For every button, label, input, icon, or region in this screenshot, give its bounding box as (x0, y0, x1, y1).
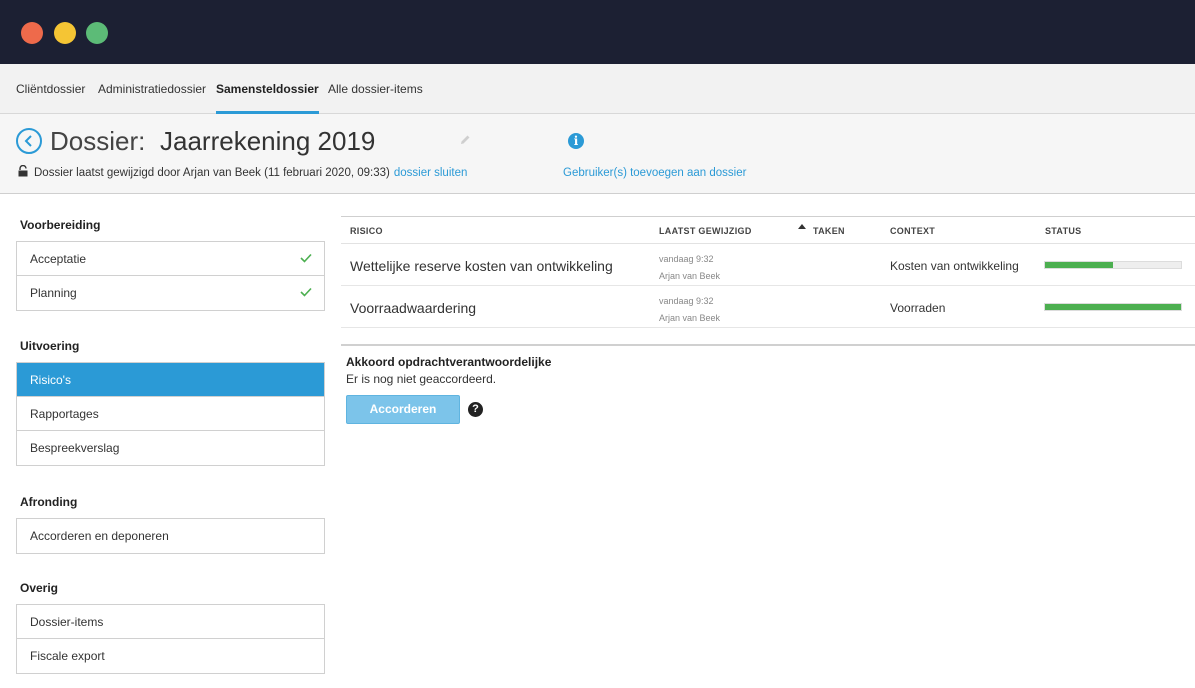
sidebar-item-label: Planning (30, 286, 77, 300)
back-icon[interactable] (16, 128, 42, 154)
tab-clientdossier[interactable]: Cliëntdossier (16, 64, 85, 114)
dossier-label: Dossier: (50, 126, 146, 156)
pencil-icon[interactable] (460, 134, 471, 148)
table-row[interactable]: Wettelijke reserve kosten van ontwikkeli… (341, 244, 1195, 286)
context-cell: Voorraden (890, 301, 946, 315)
section-title-uitvoering: Uitvoering (20, 339, 80, 353)
status-progress-bar (1044, 261, 1182, 269)
tab-alle-dossier-items[interactable]: Alle dossier-items (328, 64, 423, 114)
sidebar-item-risicos[interactable]: Risico's (17, 363, 324, 397)
modified-time: vandaag 9:32 (659, 296, 714, 306)
last-modified-text: Dossier laatst gewijzigd door Arjan van … (34, 167, 467, 179)
section-title-afronding: Afronding (20, 495, 78, 509)
nav-group-overig: Dossier-items Fiscale export (16, 604, 325, 674)
column-header-taken[interactable]: TAKEN (813, 226, 845, 236)
sidebar-item-accorderen-deponeren[interactable]: Accorderen en deponeren (17, 519, 324, 553)
column-header-context[interactable]: CONTEXT (890, 226, 935, 236)
sidebar-item-dossier-items[interactable]: Dossier-items (17, 605, 324, 639)
help-icon[interactable]: ? (468, 402, 483, 417)
modified-by: Arjan van Beek (659, 271, 721, 281)
tab-samensteldossier[interactable]: Samensteldossier (216, 64, 319, 114)
dossier-tabs: Cliëntdossier Administratiedossier Samen… (0, 64, 1195, 114)
sidebar-item-planning[interactable]: Planning (17, 276, 324, 310)
column-header-risico[interactable]: RISICO (350, 226, 383, 236)
status-progress-bar (1044, 303, 1182, 311)
info-icon[interactable]: i (568, 133, 584, 149)
sidebar-item-rapportages[interactable]: Rapportages (17, 397, 324, 431)
sidebar-item-acceptatie[interactable]: Acceptatie (17, 242, 324, 276)
risico-title[interactable]: Voorraadwaardering (350, 300, 476, 316)
nav-group-afronding: Accorderen en deponeren (16, 518, 325, 554)
last-modified-label: Dossier laatst gewijzigd door Arjan van … (34, 167, 390, 179)
add-users-link[interactable]: Gebruiker(s) toevoegen aan dossier (563, 167, 746, 179)
approval-title: Akkoord opdrachtverantwoordelijke (346, 355, 552, 369)
minimize-window-icon[interactable] (54, 22, 76, 44)
column-header-status[interactable]: STATUS (1045, 226, 1081, 236)
accorderen-button[interactable]: Accorderen (346, 395, 460, 424)
close-window-icon[interactable] (21, 22, 43, 44)
section-divider (341, 344, 1195, 346)
status-progress-fill (1045, 304, 1181, 310)
dossier-header: Dossier: Jaarrekening 2019 i Dossier laa… (0, 114, 1195, 194)
check-icon (300, 253, 312, 263)
table-row[interactable]: Voorraadwaardering vandaag 9:32 Arjan va… (341, 286, 1195, 328)
sidebar-item-fiscale-export[interactable]: Fiscale export (17, 639, 324, 673)
tab-administratiedossier[interactable]: Administratiedossier (98, 64, 206, 114)
last-modified-cell: vandaag 9:32 Arjan van Beek (659, 293, 720, 327)
nav-group-voorbereiding: Acceptatie Planning (16, 241, 325, 311)
risico-title[interactable]: Wettelijke reserve kosten van ontwikkeli… (350, 258, 613, 274)
close-dossier-link[interactable]: dossier sluiten (394, 167, 468, 179)
context-cell: Kosten van ontwikkeling (890, 259, 1019, 273)
sort-ascending-icon[interactable] (798, 224, 806, 229)
window-titlebar (0, 0, 1195, 64)
sidebar-item-bespreekverslag[interactable]: Bespreekverslag (17, 431, 324, 465)
section-title-voorbereiding: Voorbereiding (20, 218, 101, 232)
lock-icon (18, 164, 28, 180)
section-title-overig: Overig (20, 581, 59, 595)
status-progress-fill (1045, 262, 1113, 268)
approval-status: Er is nog niet geaccordeerd. (346, 372, 497, 386)
nav-group-uitvoering: Risico's Rapportages Bespreekverslag (16, 362, 325, 466)
column-header-laatst-gewijzigd[interactable]: LAATST GEWIJZIGD (659, 226, 752, 236)
dossier-name: Jaarrekening 2019 (160, 126, 376, 156)
maximize-window-icon[interactable] (86, 22, 108, 44)
sidebar-item-label: Acceptatie (30, 252, 87, 266)
modified-by: Arjan van Beek (659, 313, 721, 323)
last-modified-cell: vandaag 9:32 Arjan van Beek (659, 251, 720, 285)
check-icon (300, 287, 312, 297)
table-header: RISICO LAATST GEWIJZIGD TAKEN CONTEXT ST… (341, 216, 1195, 244)
modified-time: vandaag 9:32 (659, 254, 714, 264)
